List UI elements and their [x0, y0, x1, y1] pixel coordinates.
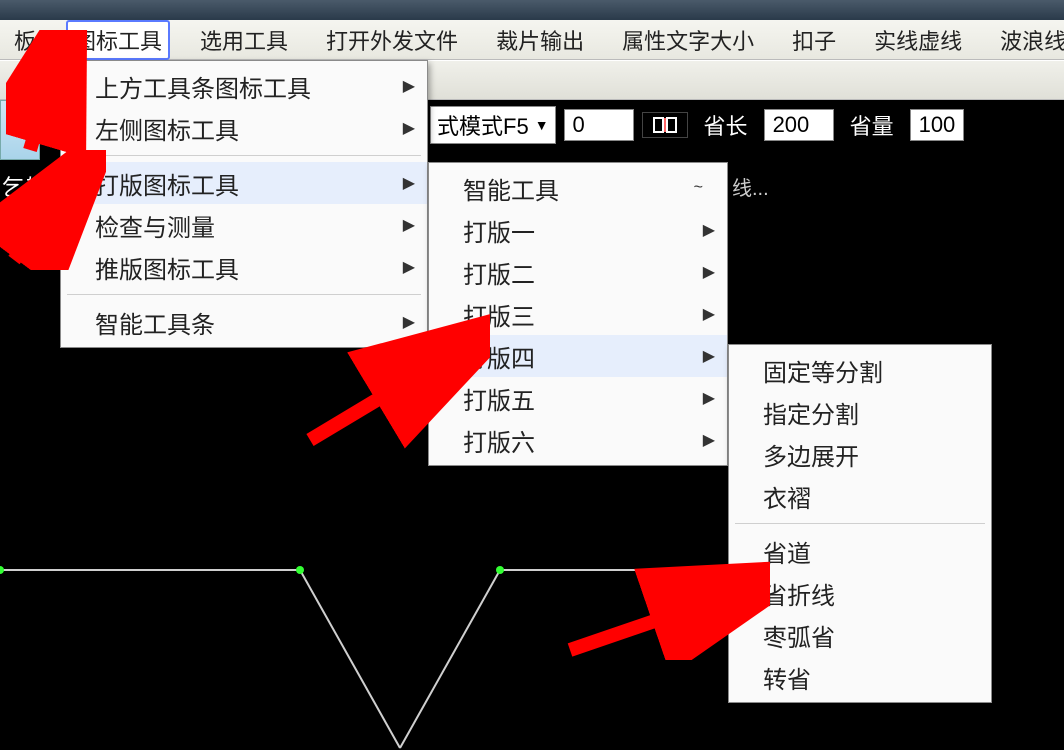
dd3-item-dart-foldline[interactable]: 省折线 — [729, 572, 991, 614]
menu-buttons[interactable]: 扣子 — [784, 20, 844, 60]
dropdown-icon-tools: 上方工具条图标工具▶ 左侧图标工具▶ 打版图标工具▶ 检查与测量▶ 推版图标工具… — [60, 60, 428, 348]
dd2-item-2[interactable]: 打版二▶ — [429, 251, 727, 293]
dropdown-pattern-tools: 智能工具 ~ 打版一▶ 打版二▶ 打版三▶ 打版四▶ 打版五▶ 打版六▶ — [428, 162, 728, 466]
dd3-item-fixed-split[interactable]: 固定等分割 — [729, 349, 991, 391]
dd2-item-1[interactable]: 打版一▶ — [429, 209, 727, 251]
mode-combo-label: 式模式F5 — [437, 109, 529, 141]
menu-open-file[interactable]: 打开外发文件 — [318, 20, 466, 60]
dd2-item-3[interactable]: 打版三▶ — [429, 293, 727, 335]
dd3-item-dart[interactable]: 省道 — [729, 530, 991, 572]
dd3-item-poly-spread[interactable]: 多边展开 — [729, 433, 991, 475]
chevron-right-icon: ▶ — [403, 215, 415, 235]
dd2-item-5[interactable]: 打版五▶ — [429, 377, 727, 419]
chevron-right-icon: ▶ — [403, 118, 415, 138]
tilde-icon: ~ — [694, 179, 703, 197]
chevron-right-icon: ▶ — [703, 304, 715, 324]
dd3-item-date-arc-dart[interactable]: 枣弧省 — [729, 614, 991, 656]
menu-ban[interactable]: 板 — [6, 20, 44, 60]
chevron-right-icon: ▶ — [403, 76, 415, 96]
chevron-right-icon: ▶ — [703, 346, 715, 366]
dd1-item-smart-toolbar[interactable]: 智能工具条▶ — [61, 301, 427, 343]
label-amount: 省量 — [842, 109, 902, 141]
dd2-item-6[interactable]: 打版六▶ — [429, 419, 727, 461]
chevron-down-icon: ▼ — [535, 117, 549, 133]
chevron-right-icon: ▶ — [703, 388, 715, 408]
menu-icon-tools[interactable]: 图标工具 — [66, 20, 170, 60]
dd1-item-top-toolbar[interactable]: 上方工具条图标工具▶ — [61, 65, 427, 107]
menu-cut-output[interactable]: 裁片输出 — [488, 20, 592, 60]
menu-attr-size[interactable]: 属性文字大小 — [614, 20, 762, 60]
chevron-right-icon: ▶ — [703, 430, 715, 450]
menu-select-tools[interactable]: 选用工具 — [192, 20, 296, 60]
book-icon[interactable] — [642, 112, 688, 138]
title-bar — [0, 0, 1064, 20]
field-length[interactable]: 200 — [764, 109, 834, 141]
dd1-item-check-measure[interactable]: 检查与测量▶ — [61, 204, 427, 246]
menu-line-style[interactable]: 实线虚线 — [866, 20, 970, 60]
chevron-right-icon: ▶ — [703, 262, 715, 282]
menu-bar: 板 图标工具 选用工具 打开外发文件 裁片输出 属性文字大小 扣子 实线虚线 波… — [0, 20, 1064, 60]
chevron-right-icon: ▶ — [403, 312, 415, 332]
dropdown-daban4: 固定等分割 指定分割 多边展开 衣褶 省道 省折线 枣弧省 转省 — [728, 344, 992, 703]
menu-wave-line[interactable]: 波浪线 — [992, 20, 1064, 60]
mode-combo[interactable]: 式模式F5 ▼ — [430, 106, 556, 144]
dd3-item-pleat[interactable]: 衣褶 — [729, 475, 991, 517]
left-tool-strip[interactable] — [0, 100, 40, 160]
chevron-right-icon: ▶ — [403, 257, 415, 277]
field-zero[interactable]: 0 — [564, 109, 634, 141]
menu-separator — [67, 155, 421, 156]
chevron-right-icon: ▶ — [703, 220, 715, 240]
field-amount[interactable]: 100 — [910, 109, 965, 141]
menu-separator — [67, 294, 421, 295]
dd1-item-pattern-tools[interactable]: 打版图标工具▶ — [61, 162, 427, 204]
dd3-item-spec-split[interactable]: 指定分割 — [729, 391, 991, 433]
label-length: 省长 — [696, 109, 756, 141]
status-text: 线... — [732, 172, 769, 201]
dd1-item-grading-tools[interactable]: 推版图标工具▶ — [61, 246, 427, 288]
dd1-item-left-icons[interactable]: 左侧图标工具▶ — [61, 107, 427, 149]
dd2-item-4[interactable]: 打版四▶ — [429, 335, 727, 377]
dd2-item-smart[interactable]: 智能工具 ~ — [429, 167, 727, 209]
dd3-item-rotate-dart[interactable]: 转省 — [729, 656, 991, 698]
chevron-right-icon: ▶ — [403, 173, 415, 193]
left-label-text: 乞输) — [0, 166, 61, 206]
menu-separator — [735, 523, 985, 524]
